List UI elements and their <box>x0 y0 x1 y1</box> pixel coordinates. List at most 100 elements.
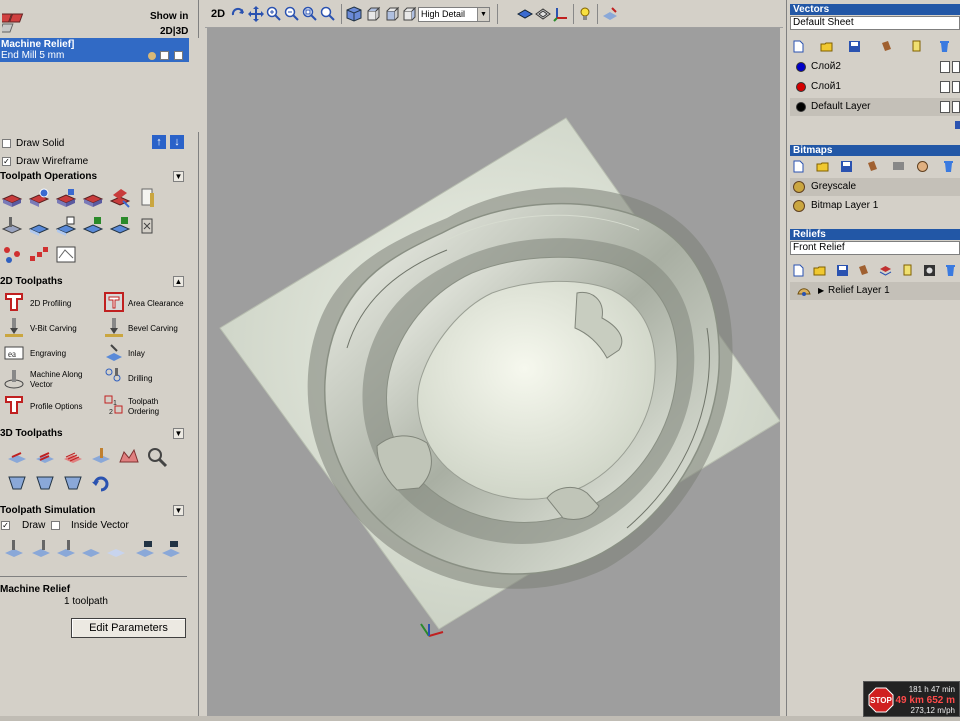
sim-tool-2-icon[interactable] <box>30 538 52 560</box>
chevron-down-icon[interactable]: ▼ <box>477 8 489 21</box>
op-tool-7-icon[interactable] <box>1 215 23 237</box>
3d-viewport[interactable] <box>207 28 780 721</box>
toolpaths-3d-header[interactable]: 3D Toolpaths ▼ <box>0 428 187 440</box>
area-clearance-label[interactable]: Area Clearance <box>128 299 184 308</box>
machine-along-vector-icon[interactable] <box>3 368 25 390</box>
iso-view-icon[interactable] <box>346 6 362 22</box>
layer-properties-icon[interactable] <box>880 40 893 53</box>
3d-tool-7-icon[interactable] <box>6 472 28 494</box>
bitmap-view-icon[interactable] <box>892 160 905 173</box>
bitmap-face-icon[interactable] <box>916 160 929 173</box>
vectors-scroll-indicator[interactable] <box>955 121 960 129</box>
new-layer-icon[interactable] <box>792 40 805 53</box>
layer-light-icon[interactable] <box>910 40 923 53</box>
collapse-icon[interactable]: ▼ <box>173 428 184 439</box>
relief-layer-row[interactable]: ▶ Relief Layer 1 <box>790 282 960 300</box>
sim-tool-6-icon[interactable] <box>134 538 156 560</box>
profile-options-label[interactable]: Profile Options <box>30 402 82 411</box>
reliefs-header[interactable]: Reliefs <box>790 229 960 240</box>
render-solid-icon[interactable] <box>517 6 533 22</box>
lock-icon[interactable] <box>940 81 950 93</box>
profiling-icon[interactable] <box>3 291 25 313</box>
op-tool-8-icon[interactable] <box>28 215 50 237</box>
toolpath-show-2d-checkbox[interactable] <box>160 51 169 60</box>
profile-options-icon[interactable] <box>3 394 25 416</box>
open-relief-icon[interactable] <box>813 264 826 277</box>
zoom-in-icon[interactable] <box>266 6 282 22</box>
sim-draw-checkbox[interactable]: ✓ <box>1 521 10 530</box>
vectors-header[interactable]: Vectors <box>790 4 960 15</box>
machine-along-vector-label[interactable]: Machine Along Vector <box>30 370 82 390</box>
delete-layer-icon[interactable] <box>938 40 951 53</box>
open-bitmap-icon[interactable] <box>816 160 829 173</box>
3d-tool-2-icon[interactable] <box>34 446 56 468</box>
relief-properties-icon[interactable] <box>857 264 870 277</box>
bevel-carving-icon[interactable] <box>103 316 125 338</box>
new-bitmap-icon[interactable] <box>792 160 805 173</box>
engraving-icon[interactable]: ea <box>3 341 25 363</box>
zoom-extents-icon[interactable] <box>302 6 318 22</box>
visibility-icon[interactable] <box>952 61 960 73</box>
op-tool-11-icon[interactable] <box>109 215 131 237</box>
vector-layer-row[interactable]: Слой1 <box>790 78 960 96</box>
move-up-button[interactable]: ↑ <box>152 135 166 149</box>
collapse-icon[interactable]: ▲ <box>173 276 184 287</box>
3d-tool-5-icon[interactable] <box>118 446 140 468</box>
toolpaths-2d-header[interactable]: 2D Toolpaths ▲ <box>0 276 187 288</box>
save-bitmap-icon[interactable] <box>840 160 853 173</box>
detail-level-select[interactable]: High Detail ▼ <box>418 7 490 22</box>
engraving-label[interactable]: Engraving <box>30 349 66 358</box>
relief-select[interactable]: Front Relief <box>790 241 960 255</box>
op-tool-5-icon[interactable] <box>109 187 131 209</box>
bitmap-layer-row-selected[interactable]: Greyscale <box>790 178 960 196</box>
rotate-icon[interactable] <box>230 6 246 22</box>
op-tool-4-icon[interactable] <box>82 187 104 209</box>
toolpath-ordering-label[interactable]: Toolpath Ordering <box>128 397 159 417</box>
3d-tool-10-icon[interactable] <box>90 472 112 494</box>
op-tool-10-icon[interactable] <box>82 215 104 237</box>
new-relief-icon[interactable] <box>792 264 805 277</box>
zoom-out-icon[interactable] <box>284 6 300 22</box>
relief-light-icon[interactable] <box>901 264 914 277</box>
toolpath-operations-header[interactable]: Toolpath Operations ▼ <box>0 171 187 183</box>
visibility-icon[interactable] <box>952 101 960 113</box>
toolpath-list-scrollbar[interactable] <box>189 38 199 132</box>
selected-toolpath-row[interactable]: Machine Relief] End Mill 5 mm ✓ <box>0 38 189 62</box>
relief-image-icon[interactable] <box>923 264 936 277</box>
area-clearance-icon[interactable] <box>103 291 125 313</box>
bitmaps-header[interactable]: Bitmaps <box>790 145 960 156</box>
op-tool-2-icon[interactable] <box>28 187 50 209</box>
top-view-icon[interactable] <box>365 6 381 22</box>
sim-tool-4-icon[interactable] <box>80 538 102 560</box>
inlay-label[interactable]: Inlay <box>128 349 145 358</box>
op-tool-13-icon[interactable] <box>1 244 23 266</box>
op-tool-6-icon[interactable] <box>136 187 158 209</box>
3d-tool-6-icon[interactable] <box>146 446 168 468</box>
profiling-label[interactable]: 2D Profiling <box>30 299 71 308</box>
axes-icon[interactable] <box>553 6 569 22</box>
bevel-carving-label[interactable]: Bevel Carving <box>128 324 178 333</box>
3d-tool-3-icon[interactable] <box>62 446 84 468</box>
relief-stack-icon[interactable] <box>879 264 892 277</box>
zoom-box-icon[interactable] <box>320 6 336 22</box>
op-tool-12-icon[interactable] <box>136 215 158 237</box>
draw-solid-checkbox[interactable] <box>2 139 11 148</box>
3d-tool-8-icon[interactable] <box>34 472 56 494</box>
front-view-icon[interactable] <box>384 6 400 22</box>
lock-icon[interactable] <box>940 101 950 113</box>
vbit-carving-icon[interactable] <box>3 316 25 338</box>
sim-inside-vector-checkbox[interactable] <box>51 521 60 530</box>
op-tool-1-icon[interactable] <box>1 187 23 209</box>
mode-2d-button[interactable]: 2D <box>211 8 225 20</box>
delete-relief-icon[interactable] <box>944 264 957 277</box>
sim-tool-5-icon[interactable] <box>105 538 127 560</box>
visibility-icon[interactable] <box>952 81 960 93</box>
vector-sheet-select[interactable]: Default Sheet <box>790 16 960 30</box>
collapse-icon[interactable]: ▼ <box>173 171 184 182</box>
material-icon[interactable] <box>602 6 618 22</box>
3d-tool-4-icon[interactable] <box>90 446 112 468</box>
draw-wireframe-checkbox[interactable]: ✓ <box>2 157 11 166</box>
drilling-icon[interactable] <box>103 366 125 388</box>
vector-layer-row[interactable]: Слой2 <box>790 58 960 76</box>
op-tool-9-icon[interactable] <box>55 215 77 237</box>
